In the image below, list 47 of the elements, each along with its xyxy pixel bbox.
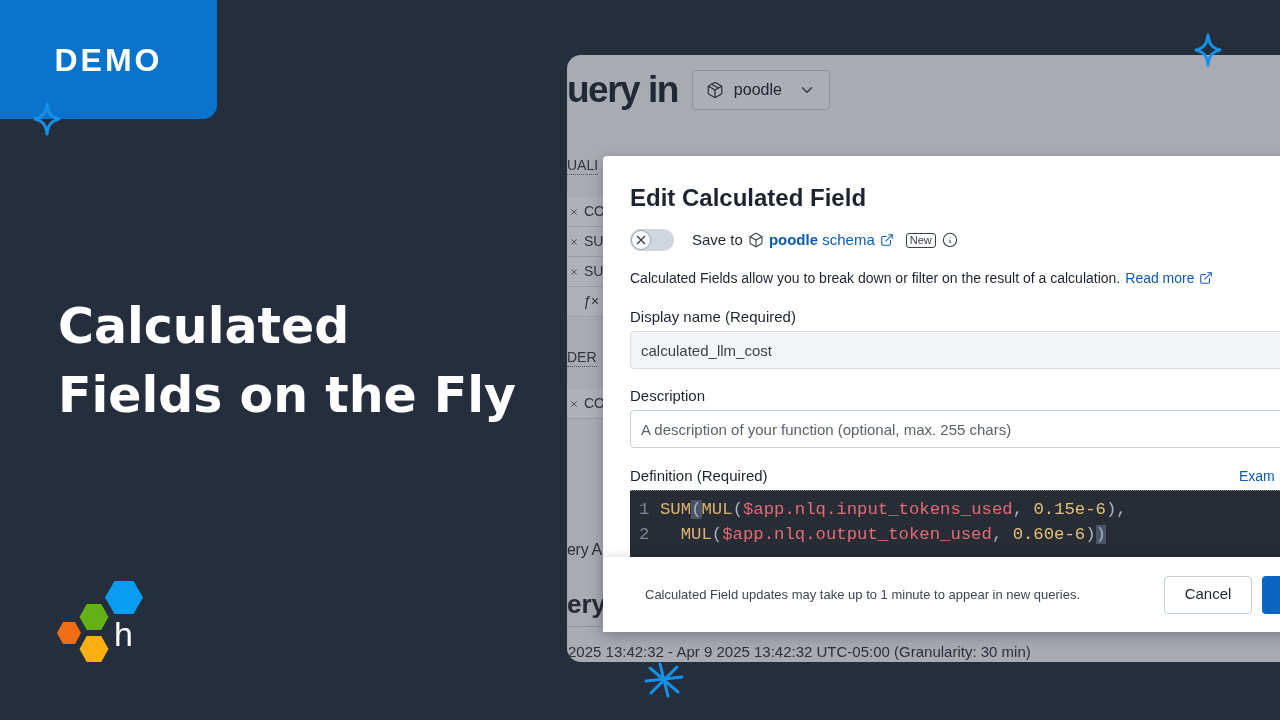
x-icon[interactable]: [569, 398, 579, 409]
headline: Calculated Fields on the Fly: [58, 297, 516, 426]
new-badge: New: [905, 232, 936, 248]
section-title: DER: [567, 347, 597, 367]
x-icon[interactable]: [569, 236, 579, 247]
sidebar-item: SU: [584, 232, 604, 251]
demo-banner: DEMO: [0, 0, 217, 119]
field-label: Description: [630, 386, 706, 406]
code-line: MUL($app.nlq.output_token_used, 0.60e-6)): [679, 524, 1106, 546]
line-number: 1: [638, 499, 651, 521]
line-number: 2: [638, 524, 651, 546]
code-editor[interactable]: 1 SUM(MUL($app.nlq.input_tokens_used, 0.15e-6), 2 MUL($app.nlq.output_token_used, 0.60e-6)): [630, 490, 1280, 557]
hexagon-icon: [105, 581, 143, 614]
x-circle-icon: [631, 230, 651, 250]
box-icon: [705, 81, 724, 99]
sparkle-icon: [33, 102, 61, 136]
asterisk-icon: [644, 662, 684, 698]
sidebar-item: SU: [584, 262, 604, 281]
dataset-select[interactable]: poodle: [691, 70, 830, 110]
x-icon[interactable]: [569, 206, 579, 217]
results-subheading: ery A: [567, 540, 602, 560]
input-field[interactable]: A description of your function (optional, max. 255 chars): [630, 410, 1280, 448]
field-label: Definition (Required): [630, 466, 768, 486]
time-range-text: 2025 13:42:32 - Apr 9 2025 13:42:32 UTC-05:00 (Granularity: 30 min): [567, 642, 1031, 662]
examples-link[interactable]: Exam: [1239, 466, 1275, 486]
external-link-icon[interactable]: [1198, 271, 1213, 285]
cube-icon: [747, 232, 764, 248]
schema-link[interactable]: poodle schema: [768, 228, 875, 252]
hexagon-cluster-icon: [57, 604, 109, 662]
read-more-link[interactable]: Read more: [1125, 267, 1195, 289]
results-heading: ery: [567, 589, 607, 619]
sparkle-icon: [1194, 33, 1222, 67]
cancel-button[interactable]: Cancel: [1164, 575, 1252, 614]
logo-letter: h: [114, 617, 133, 651]
page-heading: uery in: [567, 68, 678, 112]
save-toggle[interactable]: [630, 229, 674, 251]
x-icon[interactable]: [569, 266, 579, 277]
save-to-label: Save to: [692, 229, 743, 250]
info-icon[interactable]: [941, 232, 958, 248]
external-link-icon[interactable]: [879, 233, 894, 247]
footer-note: Calculated Field updates may take up to 1 minute to appear in new queries.: [645, 585, 1081, 604]
sidebar-item: ƒ×: [583, 292, 599, 311]
intro-text: Calculated Fields allow you to break down or filter on the result of a calculation.: [630, 268, 1121, 288]
section-title: UALI: [567, 155, 599, 175]
dialog-title: Edit Calculated Field: [630, 183, 867, 213]
field-label: Display name (Required): [630, 307, 796, 327]
code-line: SUM(MUL($app.nlq.input_tokens_used, 0.15e-6),: [660, 499, 1127, 521]
